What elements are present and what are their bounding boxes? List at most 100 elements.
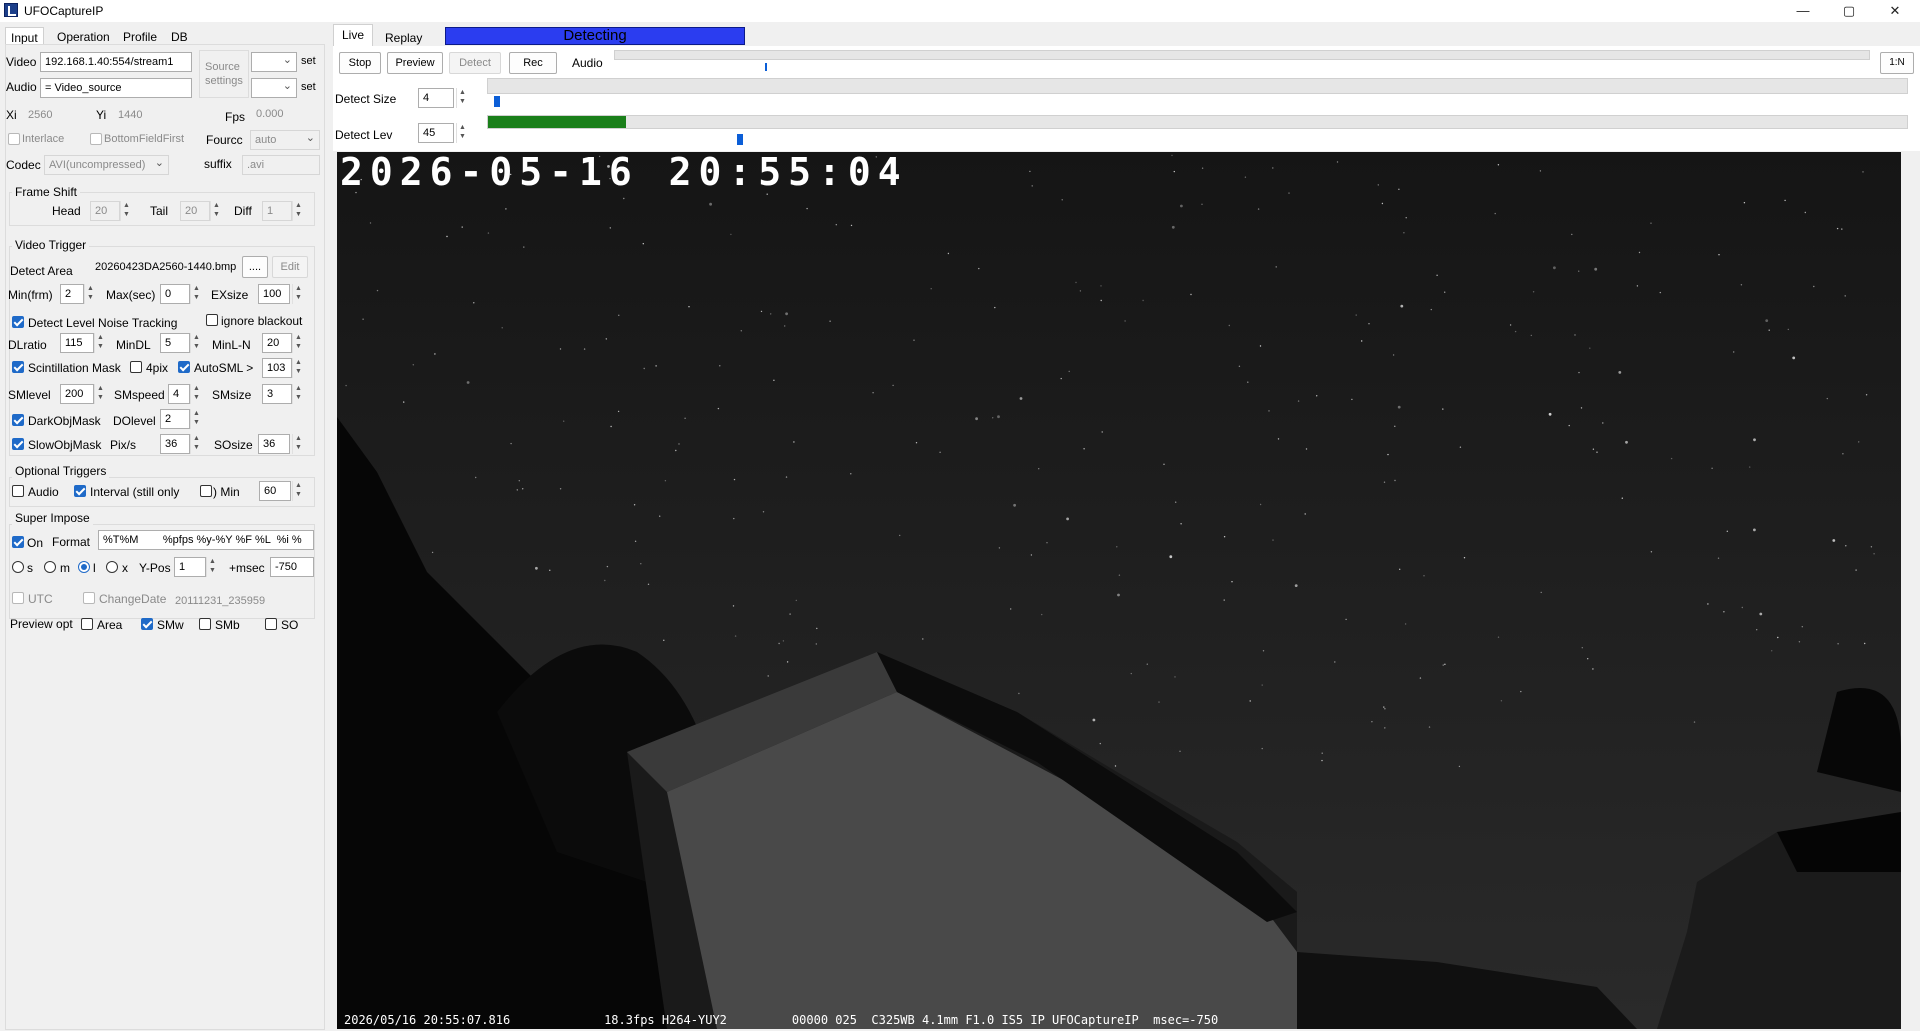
detect-lev-spinner[interactable]: ▲ ▼ — [456, 123, 468, 143]
star — [740, 330, 742, 332]
maxsec-input[interactable]: 0 — [160, 284, 190, 304]
detect-size-thumb[interactable] — [494, 96, 500, 107]
ratio-button[interactable]: 1:N — [1880, 52, 1914, 74]
mindl-input[interactable]: 5 — [160, 333, 190, 353]
sosize-input[interactable]: 36 — [258, 434, 290, 454]
pixs-spinner[interactable]: ▲ ▼ — [190, 434, 202, 454]
format-input[interactable]: %T%M %pfps %y-%Y %F %L %i % — [98, 530, 314, 550]
minln-spinner[interactable]: ▲ ▼ — [292, 333, 304, 353]
interlace-checkbox[interactable] — [8, 133, 20, 145]
maxsec-spinner[interactable]: ▲ ▼ — [190, 284, 202, 304]
interval-min-input[interactable]: 60 — [259, 481, 291, 501]
radio-m-label: m — [60, 561, 70, 575]
super-impose-on-checkbox[interactable] — [12, 536, 24, 548]
smlevel-input[interactable]: 200 — [60, 384, 94, 404]
interval-min-checkbox[interactable] — [200, 485, 212, 497]
ypos-input[interactable]: 1 — [174, 557, 206, 577]
preview-smw-checkbox[interactable] — [141, 618, 153, 630]
minln-input[interactable]: 20 — [262, 333, 292, 353]
star — [461, 226, 463, 228]
preview-button[interactable]: Preview — [387, 52, 443, 74]
detect-area-browse-button[interactable]: .... — [242, 256, 268, 278]
bottom-field-first-checkbox[interactable] — [90, 133, 102, 145]
detect-area-input[interactable]: 20260423DA2560-1440.bmp — [90, 257, 240, 277]
tab-live[interactable]: Live — [333, 24, 374, 46]
preview-so-checkbox[interactable] — [265, 618, 277, 630]
ypos-spinner[interactable]: ▲ ▼ — [206, 557, 218, 577]
video-source-input[interactable]: 192.168.1.40:554/stream1 — [40, 52, 192, 72]
tail-input[interactable]: 20 — [180, 201, 210, 221]
ignore-blackout-checkbox[interactable] — [206, 314, 218, 326]
radio-l[interactable] — [78, 561, 90, 573]
audio-settings-dropdown[interactable] — [251, 78, 297, 98]
dlratio-input[interactable]: 115 — [60, 333, 94, 353]
star — [1158, 701, 1160, 703]
star — [1798, 641, 1801, 643]
star — [1638, 251, 1641, 254]
pixs-input[interactable]: 36 — [160, 434, 190, 454]
interval-checkbox[interactable] — [74, 485, 86, 497]
audio-set-button[interactable]: set — [301, 81, 316, 93]
detect-lev-input[interactable]: 45 — [418, 123, 454, 143]
video-settings-dropdown[interactable] — [251, 52, 297, 72]
dlnt-checkbox[interactable] — [12, 316, 24, 328]
radio-s[interactable] — [12, 561, 24, 573]
msec-input[interactable]: -750 — [270, 557, 314, 577]
dolevel-input[interactable]: 2 — [160, 409, 190, 429]
audio-source-input[interactable]: = Video_source — [40, 78, 192, 98]
interval-min-spinner[interactable]: ▲ ▼ — [292, 481, 304, 501]
codec-dropdown[interactable]: AVI(uncompressed) — [44, 155, 169, 175]
sosize-spinner[interactable]: ▲ ▼ — [292, 434, 304, 454]
smspeed-spinner[interactable]: ▲ ▼ — [190, 384, 202, 404]
preview-smb-checkbox[interactable] — [199, 618, 211, 630]
autosml-checkbox[interactable] — [178, 361, 190, 373]
dolevel-spinner[interactable]: ▲ ▼ — [190, 409, 202, 429]
minfrm-spinner[interactable]: ▲ ▼ — [84, 284, 96, 304]
audio-trigger-checkbox[interactable] — [12, 485, 24, 497]
detect-size-track[interactable] — [487, 78, 1908, 94]
fourcc-dropdown[interactable]: auto — [250, 130, 320, 150]
close-button[interactable]: ✕ — [1872, 0, 1918, 22]
smsize-input[interactable]: 3 — [262, 384, 292, 404]
radio-m[interactable] — [44, 561, 56, 573]
dark-obj-mask-checkbox[interactable] — [12, 414, 24, 426]
detect-size-input[interactable]: 4 — [418, 88, 454, 108]
diff-spinner[interactable]: ▲ ▼ — [292, 201, 304, 221]
exsize-spinner[interactable]: ▲ ▼ — [292, 284, 304, 304]
slow-obj-mask-checkbox[interactable] — [12, 438, 24, 450]
dlratio-spinner[interactable]: ▲ ▼ — [94, 333, 106, 353]
exsize-input[interactable]: 100 — [258, 284, 290, 304]
head-spinner[interactable]: ▲ ▼ — [120, 201, 132, 221]
change-date-checkbox[interactable] — [83, 592, 95, 604]
preview-area-checkbox[interactable] — [81, 618, 93, 630]
tail-spinner[interactable]: ▲ ▼ — [210, 201, 222, 221]
maximize-button[interactable]: ▢ — [1826, 0, 1872, 22]
minfrm-input[interactable]: 2 — [60, 284, 84, 304]
star — [922, 638, 924, 640]
smlevel-spinner[interactable]: ▲ ▼ — [94, 384, 106, 404]
star — [734, 635, 737, 637]
scintillation-mask-checkbox[interactable] — [12, 361, 24, 373]
star — [1836, 227, 1839, 230]
radio-x[interactable] — [106, 561, 118, 573]
video-set-button[interactable]: set — [301, 55, 316, 67]
smsize-spinner[interactable]: ▲ ▼ — [292, 384, 304, 404]
diff-input[interactable]: 1 — [262, 201, 292, 221]
tab-replay[interactable]: Replay — [380, 28, 427, 48]
detect-area-edit-button[interactable]: Edit — [272, 256, 308, 278]
autosml-spinner[interactable]: ▲ ▼ — [292, 358, 304, 378]
four-pix-checkbox[interactable] — [130, 361, 142, 373]
star — [1259, 503, 1262, 506]
detect-button[interactable]: Detect — [449, 52, 501, 74]
mindl-spinner[interactable]: ▲ ▼ — [190, 333, 202, 353]
detect-size-spinner[interactable]: ▲ ▼ — [456, 88, 468, 108]
stop-button[interactable]: Stop — [339, 52, 381, 74]
smspeed-input[interactable]: 4 — [168, 384, 190, 404]
utc-checkbox[interactable] — [12, 592, 24, 604]
autosml-input[interactable]: 103 — [262, 358, 292, 378]
head-input[interactable]: 20 — [90, 201, 120, 221]
suffix-input[interactable]: .avi — [242, 155, 320, 175]
rec-button[interactable]: Rec — [509, 52, 557, 74]
minimize-button[interactable]: — — [1780, 0, 1826, 22]
detect-lev-thumb[interactable] — [737, 134, 744, 145]
